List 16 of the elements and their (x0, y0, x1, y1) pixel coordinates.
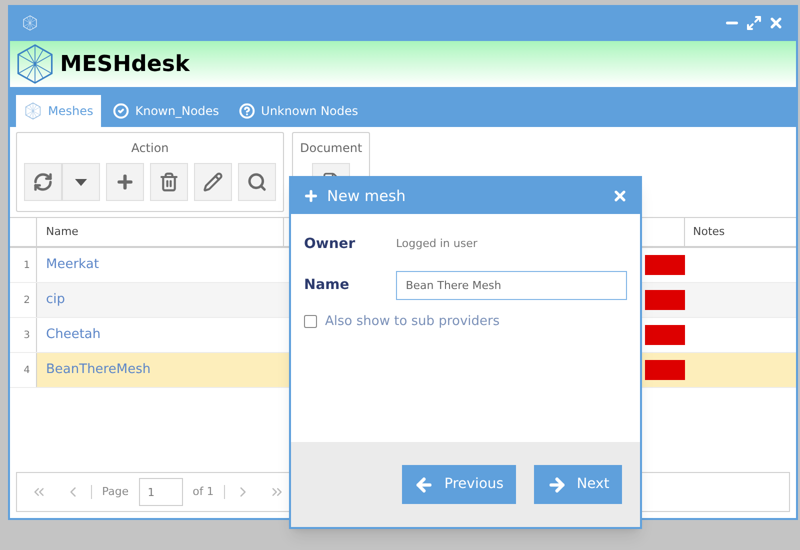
page-count: of 1 (192, 484, 214, 500)
owner-label: Owner (304, 235, 356, 254)
group-title: Document (300, 140, 362, 157)
table-cell-text: BeanThereMesh (45, 361, 152, 380)
checkbox-label: Also show to sub providers (325, 313, 500, 331)
row-number: 2 (10, 283, 37, 317)
table-cell-text: Meerkat (45, 256, 100, 274)
table-cell-text: Cheetah (45, 326, 102, 344)
group-title: Action (131, 140, 169, 157)
row-number: 4 (10, 353, 37, 387)
table-cell-text: cip (45, 291, 66, 310)
brand-title: MESHdesk (60, 50, 190, 78)
dialog-title: New mesh (327, 186, 406, 207)
page-label: Page (102, 484, 129, 500)
name-label: Name (304, 276, 350, 295)
owner-value: Logged in user (396, 236, 478, 252)
